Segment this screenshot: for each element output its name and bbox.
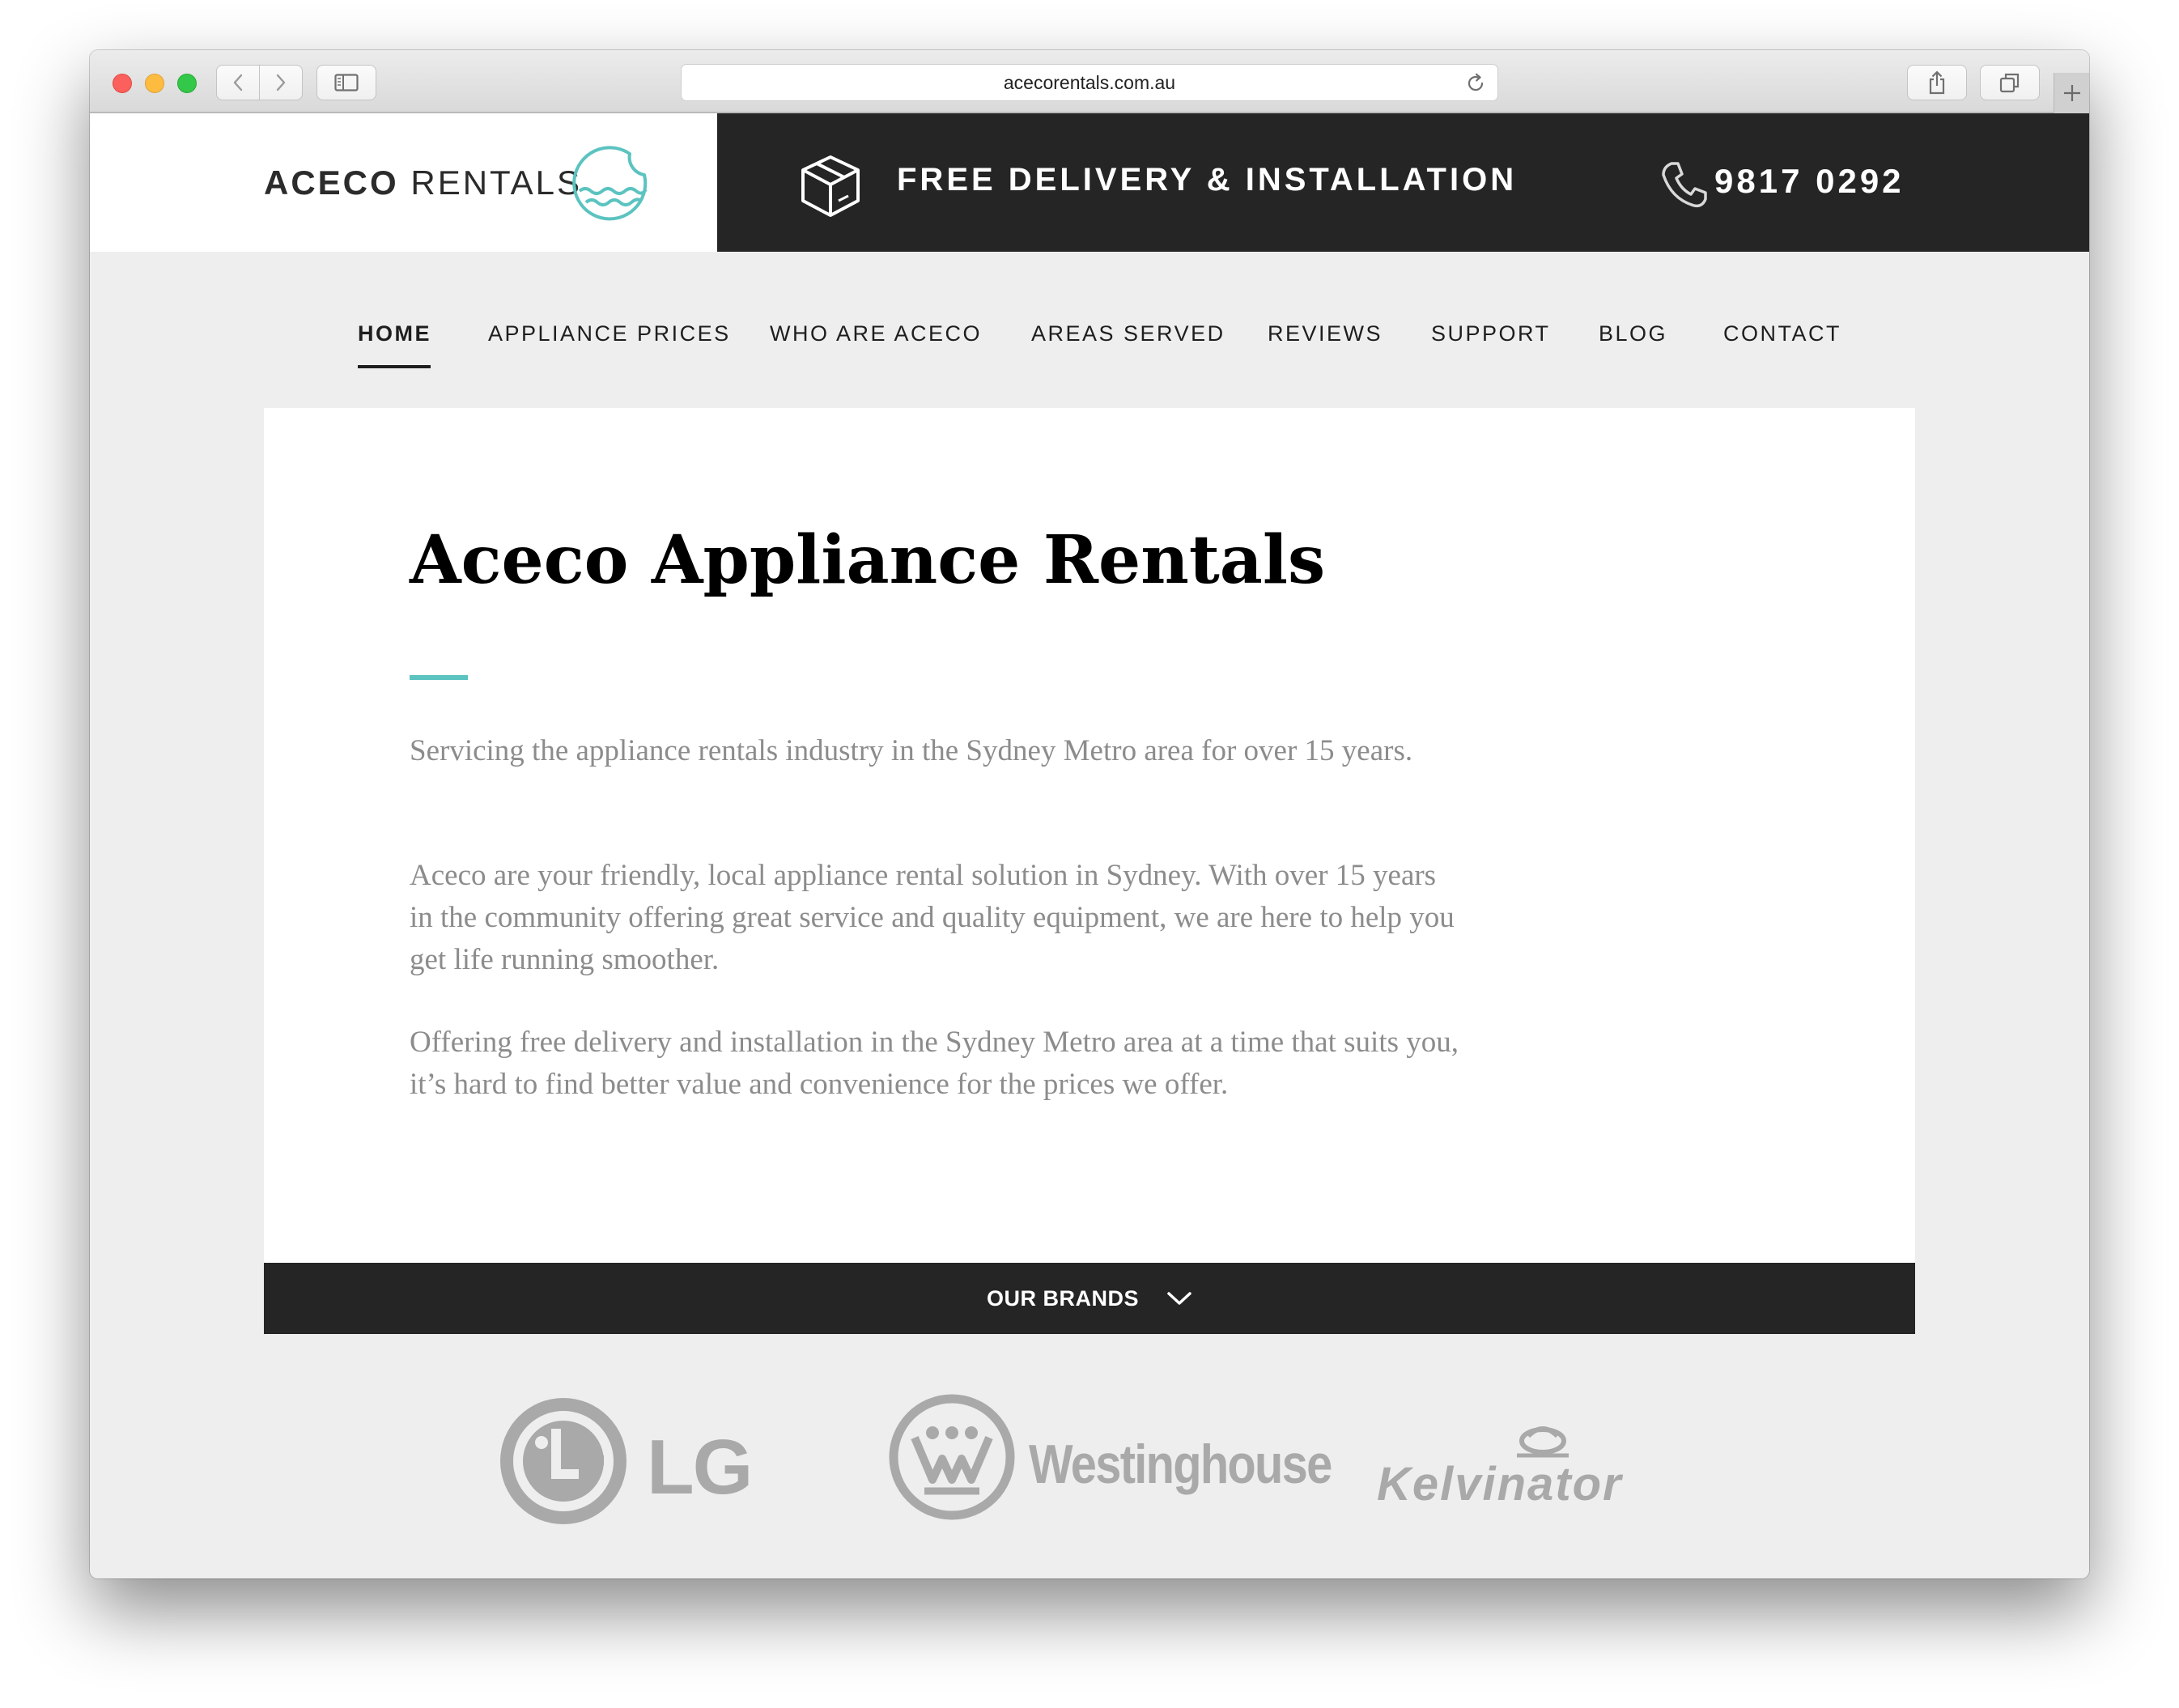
nav-item-reviews[interactable]: REVIEWS <box>1268 321 1383 346</box>
our-brands-label: OUR BRANDS <box>986 1285 1139 1311</box>
brand-logos-row: LG Westinghouse Kelvinator <box>90 1392 2089 1578</box>
forward-button[interactable] <box>259 65 303 100</box>
nav-item-contact[interactable]: CONTACT <box>1723 321 1841 346</box>
box-delivery-icon <box>801 155 860 217</box>
lg-wordmark: LG <box>647 1424 753 1510</box>
minimize-window-button[interactable] <box>145 74 164 93</box>
westinghouse-wordmark: Westinghouse <box>1029 1434 1332 1495</box>
tabs-overview-button[interactable] <box>1980 65 2040 100</box>
browser-toolbar: acecorentals.com.au <box>90 50 2089 113</box>
nav-item-support[interactable]: SUPPORT <box>1431 321 1551 346</box>
url-text: acecorentals.com.au <box>1003 71 1176 93</box>
intro-paragraph-3: Offering free delivery and installation … <box>410 1026 1459 1101</box>
nav-item-who-are-aceco[interactable]: WHO ARE ACECO <box>770 321 982 346</box>
kelvinator-wordmark: Kelvinator <box>1377 1458 1623 1510</box>
site-logo[interactable]: ACECO RENTALS <box>90 113 717 252</box>
intro-card: Aceco Appliance Rentals Servicing the ap… <box>264 408 1915 1263</box>
phone-number[interactable]: 9817 0292 <box>1714 162 1905 201</box>
wave-logo-icon <box>572 146 648 221</box>
forward-icon <box>276 74 286 91</box>
back-icon <box>233 74 243 91</box>
nav-item-home[interactable]: HOME <box>358 321 431 346</box>
logo-word-light: RENTALS <box>410 164 582 202</box>
main-nav: HOME APPLIANCE PRICES WHO ARE ACECO AREA… <box>90 252 2089 403</box>
nav-item-blog[interactable]: BLOG <box>1599 321 1667 346</box>
nav-active-underline <box>358 365 431 368</box>
zoom-window-button[interactable] <box>177 74 197 93</box>
sidebar-button[interactable] <box>316 65 376 100</box>
address-bar[interactable]: acecorentals.com.au <box>681 64 1498 101</box>
phone-icon <box>1662 162 1707 208</box>
share-button[interactable] <box>1907 65 1967 100</box>
our-brands-toggle[interactable]: OUR BRANDS <box>264 1263 1915 1334</box>
reload-icon[interactable] <box>1465 73 1486 94</box>
promo-bar: FREE DELIVERY & INSTALLATION 9817 0292 <box>717 113 2089 252</box>
logo-word-bold: ACECO <box>264 164 399 202</box>
nav-item-appliance-prices[interactable]: APPLIANCE PRICES <box>488 321 731 346</box>
intro-paragraph-1: Servicing the appliance rentals industry… <box>410 734 1413 767</box>
site-header: ACECO RENTALS FREE DELIVERY & INSTALLATI… <box>90 113 2089 252</box>
chevron-down-icon <box>1167 1292 1191 1305</box>
title-accent-rule <box>410 675 468 680</box>
back-button[interactable] <box>216 65 260 100</box>
tabs-icon <box>1999 73 2020 93</box>
plus-icon <box>2063 85 2080 101</box>
westinghouse-emblem-icon <box>889 1394 1015 1520</box>
close-window-button[interactable] <box>113 74 132 93</box>
browser-window: acecorentals.com.au ACECO RENTALS FREE D… <box>90 50 2089 1578</box>
promo-text: FREE DELIVERY & INSTALLATION <box>897 162 1518 198</box>
share-icon <box>1929 70 1945 95</box>
sidebar-icon <box>334 74 359 91</box>
logo-wordmark: ACECO RENTALS <box>264 164 582 202</box>
web-page: ACECO RENTALS FREE DELIVERY & INSTALLATI… <box>90 113 2089 1578</box>
nav-item-areas-served[interactable]: AREAS SERVED <box>1031 321 1225 346</box>
new-tab-button[interactable] <box>2054 73 2089 113</box>
page-title: Aceco Appliance Rentals <box>410 521 1326 599</box>
lg-emblem-icon <box>500 1398 627 1524</box>
intro-paragraph-2: Aceco are your friendly, local appliance… <box>410 859 1455 976</box>
